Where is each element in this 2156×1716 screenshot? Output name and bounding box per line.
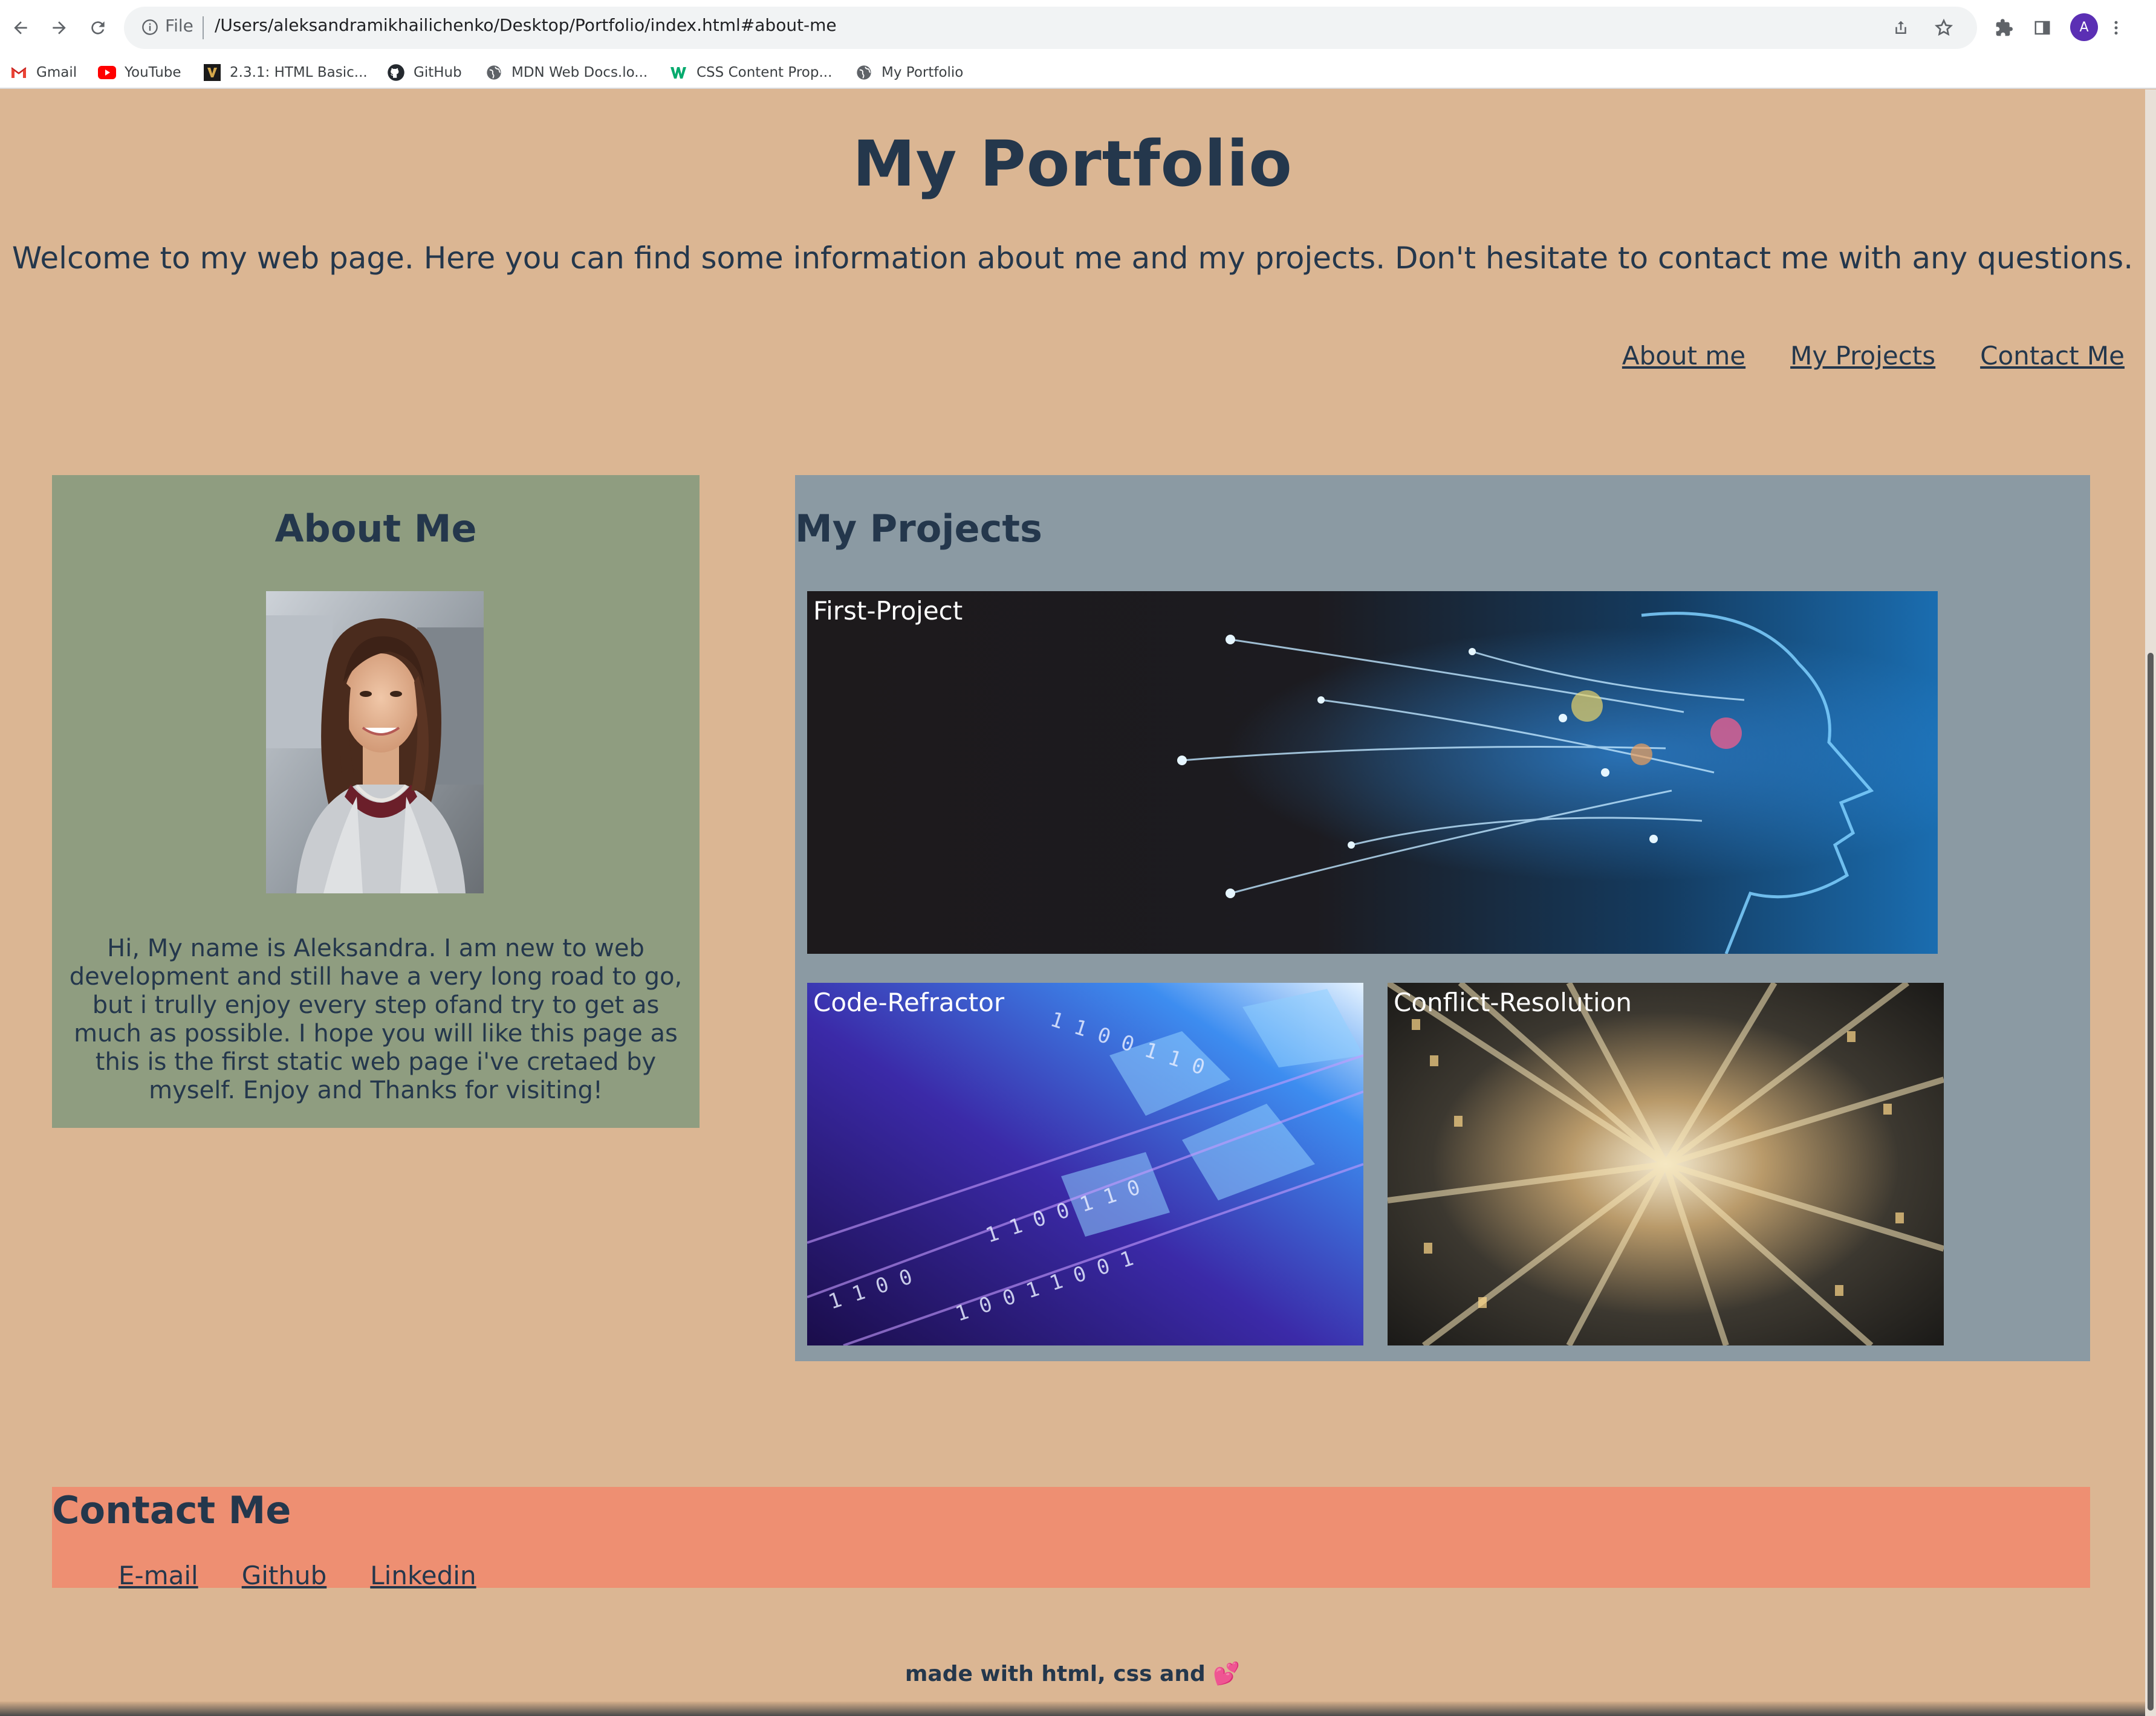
bookmark-github[interactable]: GitHub — [387, 61, 462, 84]
project-label: First-Project — [813, 596, 963, 626]
projects-heading: My Projects — [795, 507, 1042, 551]
page-title: My Portfolio — [852, 127, 1293, 201]
linkedin-link[interactable]: Linkedin — [370, 1561, 476, 1590]
bookmark-label: MDN Web Docs.lo... — [511, 65, 648, 80]
forward-arrow-icon[interactable] — [41, 10, 77, 46]
bookmark-star-icon[interactable] — [1929, 13, 1958, 42]
project-card-first[interactable]: First-Project — [807, 591, 1938, 954]
project-card-code-refractor[interactable]: 1 1 0 0 1 0 0 1 1 0 0 1 1 1 0 0 1 1 0 1 … — [807, 983, 1363, 1345]
bookmark-mdn[interactable]: MDN Web Docs.lo... — [485, 61, 648, 84]
course-icon — [203, 63, 221, 82]
nav-link-projects[interactable]: My Projects — [1790, 341, 1935, 371]
youtube-icon — [98, 63, 116, 82]
about-section: About Me Hi, My name is Aleksandra. I am… — [52, 475, 700, 1128]
github-link[interactable]: Github — [242, 1561, 327, 1590]
about-heading: About Me — [274, 507, 477, 551]
contact-section: Contact Me E-mail Github Linkedin — [52, 1487, 2090, 1590]
bookmark-gmail[interactable]: Gmail — [10, 61, 77, 84]
bookmark-label: GitHub — [414, 65, 462, 80]
bookmark-html-basics[interactable]: 2.3.1: HTML Basic... — [203, 61, 368, 84]
extensions-puzzle-icon[interactable] — [1986, 10, 2022, 46]
bookmark-label: Gmail — [36, 65, 77, 80]
w3-icon — [670, 63, 688, 82]
contact-heading: Contact Me — [52, 1488, 291, 1532]
url-text[interactable]: /Users/aleksandramikhailichenko/Desktop/… — [215, 15, 837, 35]
project-label: Conflict-Resolution — [1394, 988, 1632, 1017]
globe-icon — [485, 63, 503, 82]
globe-icon — [855, 63, 873, 82]
profile-avatar[interactable]: A — [2070, 13, 2098, 41]
welcome-text: Welcome to my web page. Here you can fin… — [11, 241, 2134, 276]
footer-text: made with html, css and — [904, 1662, 1206, 1686]
email-link[interactable]: E-mail — [119, 1561, 198, 1590]
projects-section: My Projects First-Project 1 1 0 0 1 0 0 … — [795, 475, 2090, 1361]
about-text: Hi, My name is Aleksandra. I am new to w… — [69, 934, 683, 1104]
scheme-label: File — [165, 16, 193, 36]
profile-photo — [266, 591, 484, 893]
bookmark-youtube[interactable]: YouTube — [98, 61, 181, 84]
gmail-icon — [10, 63, 28, 82]
browser-toolbar: File /Users/aleksandramikhailichenko/Des… — [0, 0, 2156, 55]
bookmark-label: My Portfolio — [882, 65, 964, 80]
page-footer: made with html, css and 💕 — [0, 1661, 2145, 1686]
nav-link-contact[interactable]: Contact Me — [1980, 341, 2125, 371]
window-bottom-edge — [0, 1701, 2145, 1716]
bookmark-label: CSS Content Prop... — [696, 65, 833, 80]
project-label: Code-Refractor — [813, 988, 1005, 1017]
reload-icon[interactable] — [80, 10, 116, 46]
github-icon — [387, 63, 405, 82]
info-icon[interactable] — [136, 13, 164, 41]
bookmark-my-portfolio[interactable]: My Portfolio — [855, 61, 963, 84]
bookmark-label: 2.3.1: HTML Basic... — [230, 65, 368, 80]
bookmarks-bar: Gmail YouTube 2.3.1: HTML Basic... GitHu… — [0, 55, 2156, 89]
hearts-emoji-icon: 💕 — [1213, 1662, 1241, 1686]
bookmark-css-content[interactable]: CSS Content Prop... — [670, 61, 832, 84]
side-panel-icon[interactable] — [2024, 10, 2060, 46]
address-bar[interactable]: File /Users/aleksandramikhailichenko/Des… — [124, 7, 1977, 49]
project-card-conflict-resolution[interactable]: Conflict-Resolution — [1388, 983, 1944, 1345]
contact-links: E-mail Github Linkedin — [119, 1561, 476, 1590]
main-nav: About me My Projects Contact Me — [1622, 341, 2125, 371]
kebab-menu-icon[interactable] — [2098, 10, 2134, 46]
omnibox-separator — [203, 16, 204, 39]
nav-link-about[interactable]: About me — [1622, 341, 1745, 371]
back-arrow-icon[interactable] — [2, 10, 39, 46]
binary-code-image: 1 1 0 0 1 0 0 1 1 0 0 1 1 1 0 0 1 1 0 1 … — [807, 983, 1363, 1345]
share-icon[interactable] — [1886, 13, 1915, 42]
city-zoom-image — [1388, 983, 1944, 1345]
ai-head-image — [807, 591, 1938, 954]
bookmark-label: YouTube — [125, 65, 181, 80]
scrollbar-thumb[interactable] — [2148, 653, 2154, 1711]
